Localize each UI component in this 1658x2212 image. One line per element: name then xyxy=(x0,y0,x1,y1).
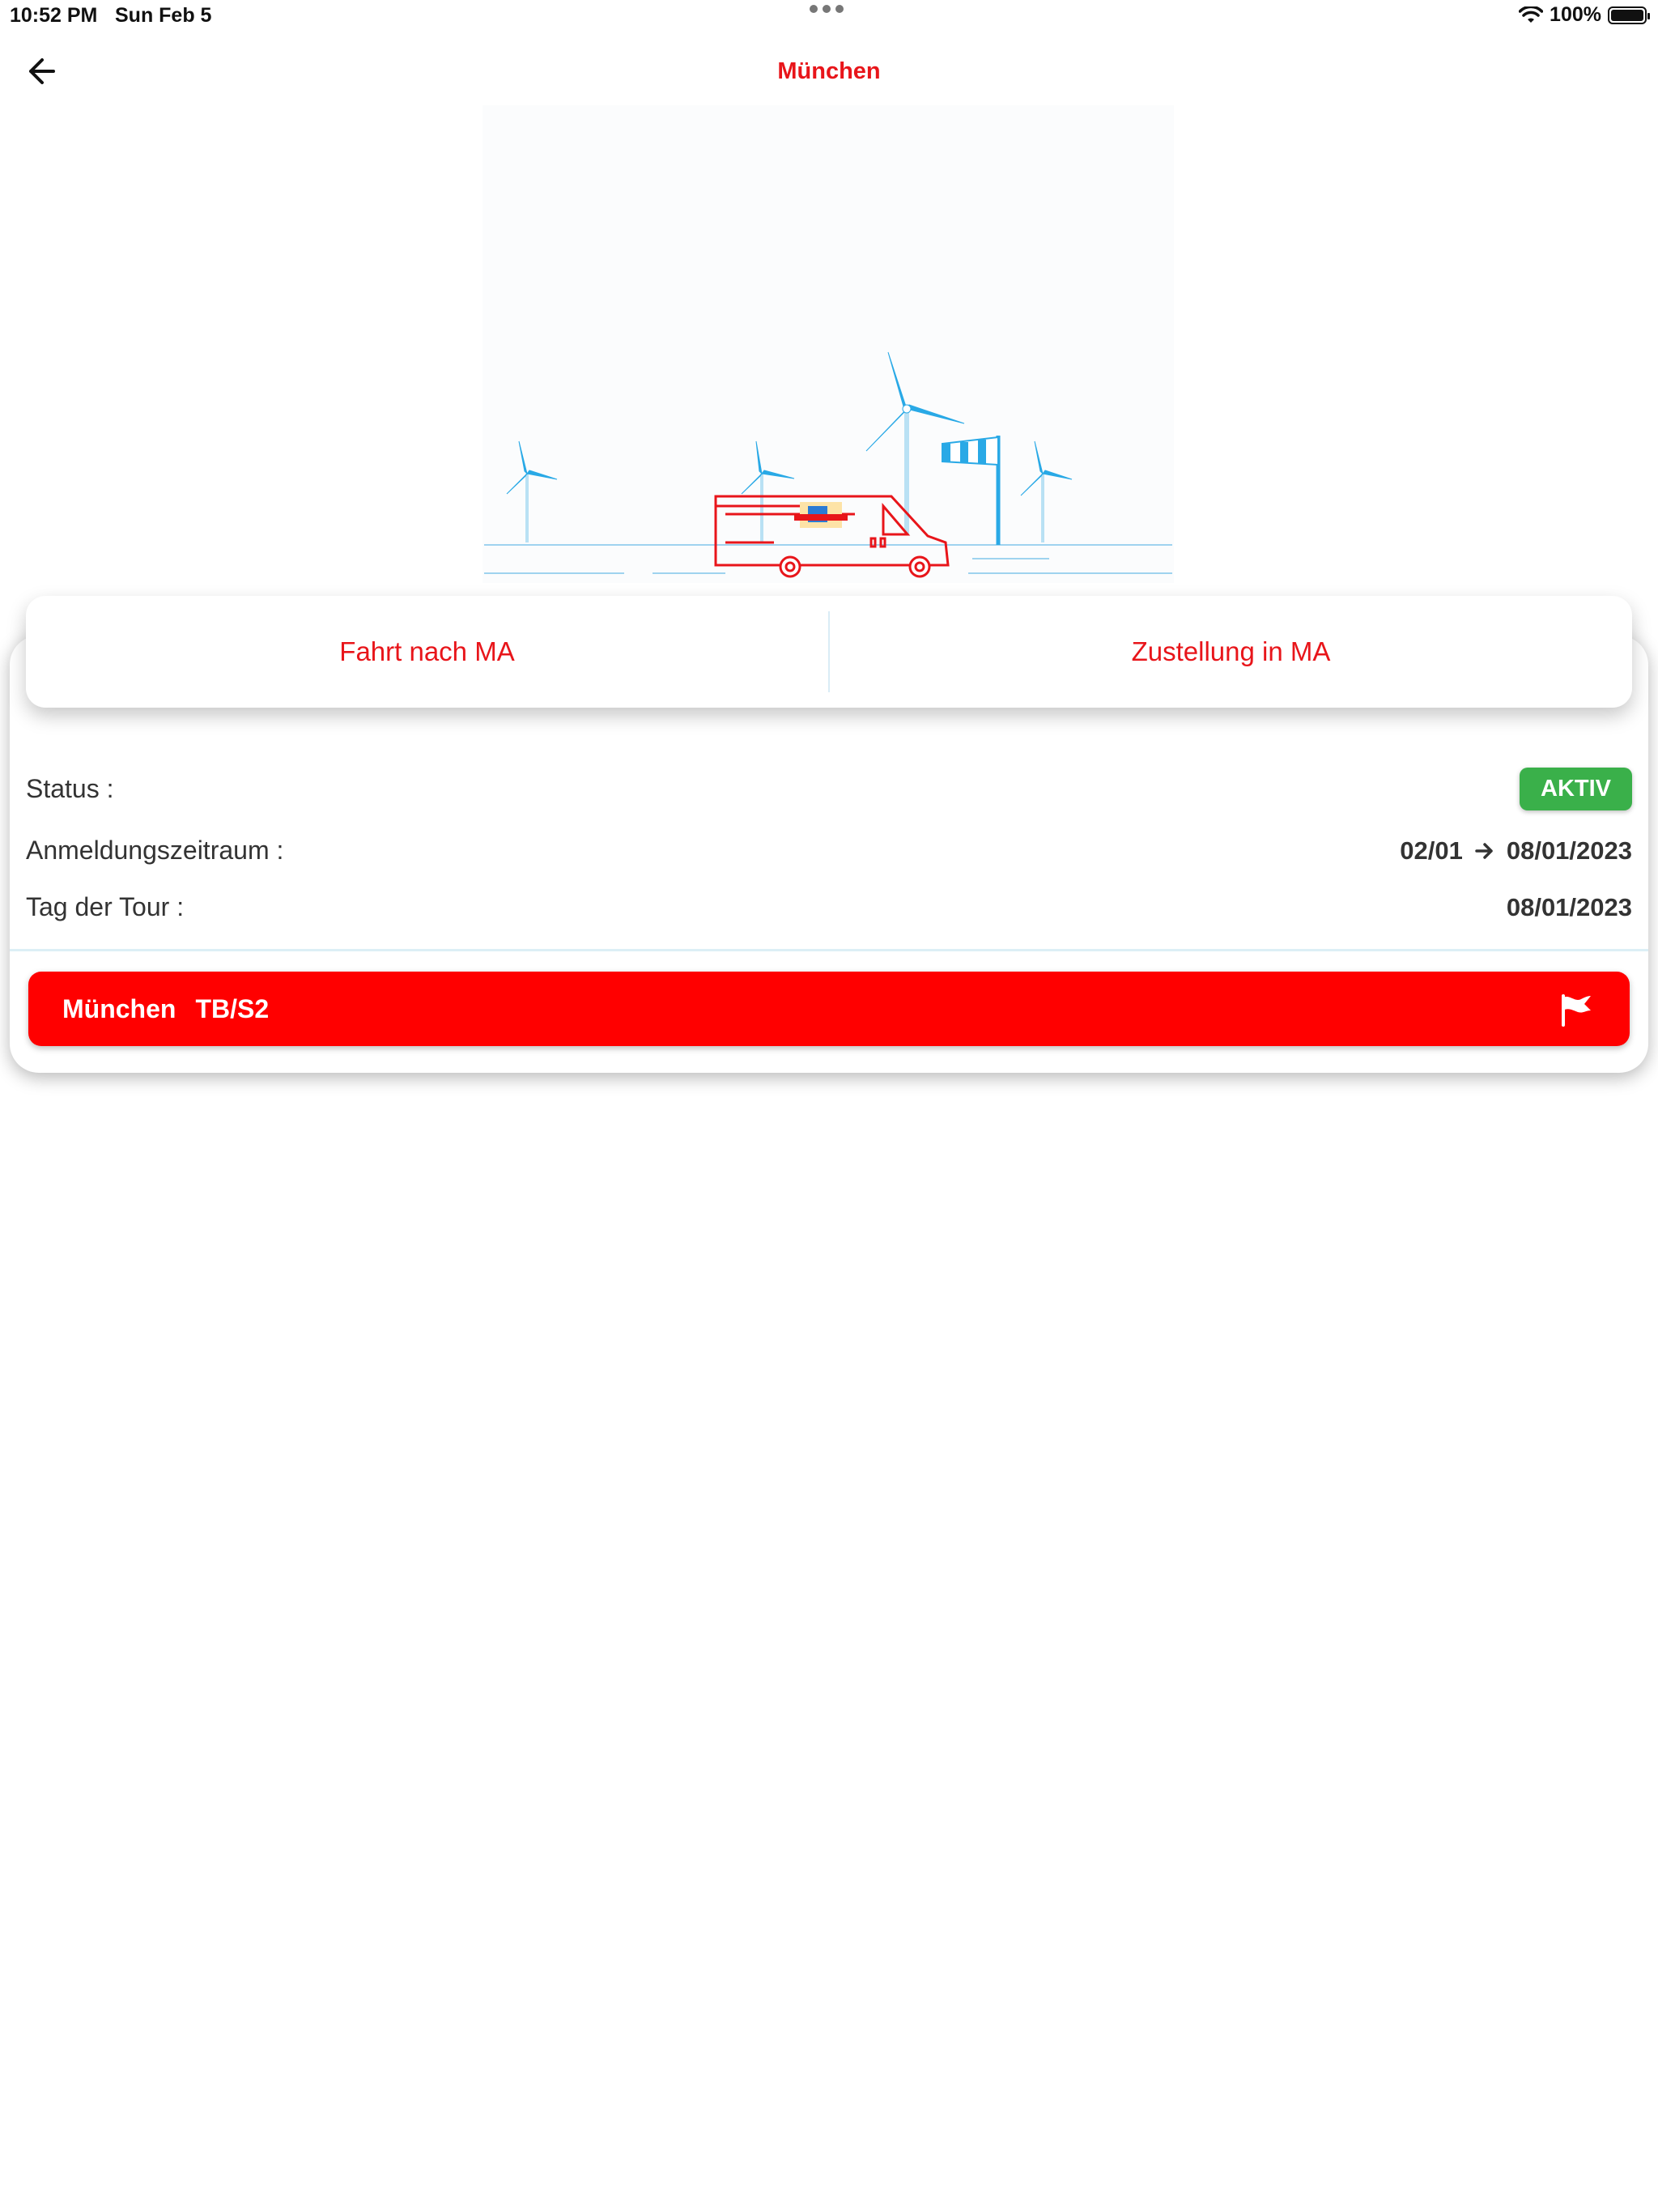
route-code: TB/S2 xyxy=(195,993,270,1023)
status-time: 10:52 PM xyxy=(10,4,98,27)
status-bar: 10:52 PM Sun Feb 5 100% xyxy=(0,0,1658,32)
flag-icon[interactable] xyxy=(1557,991,1596,1027)
tour-day-row: Tag der Tour : 08/01/2023 xyxy=(26,892,1632,922)
status-label: Status : xyxy=(26,774,114,803)
tour-day-label: Tag der Tour : xyxy=(26,892,185,921)
period-label: Anmeldungszeitraum : xyxy=(26,836,284,865)
multitasking-dots-icon[interactable] xyxy=(810,5,844,13)
wifi-icon xyxy=(1519,6,1544,23)
tab-bar: Fahrt nach MA Zustellung in MA xyxy=(26,596,1632,708)
status-row: Status : AKTIV xyxy=(26,768,1632,810)
arrow-right-icon xyxy=(1475,842,1493,859)
page-title: München xyxy=(777,58,881,84)
wind-turbine-left xyxy=(506,440,558,542)
status-right: 100% xyxy=(1519,3,1650,27)
route-item[interactable]: München TB/S2 xyxy=(28,972,1630,1046)
van-logo xyxy=(794,502,848,528)
battery-icon xyxy=(1608,6,1650,24)
divider xyxy=(10,949,1648,951)
period-end: 08/01/2023 xyxy=(1506,836,1632,865)
tab-zustellung-in-ma[interactable]: Zustellung in MA xyxy=(830,636,1632,667)
tab-fahrt-nach-ma[interactable]: Fahrt nach MA xyxy=(26,636,828,667)
wind-turbine-right xyxy=(1020,440,1073,542)
status-badge: AKTIV xyxy=(1520,768,1632,810)
period-value: 02/01 08/01/2023 xyxy=(1400,836,1632,866)
status-date: Sun Feb 5 xyxy=(115,4,212,27)
tour-day-value: 08/01/2023 xyxy=(1506,892,1632,921)
delivery-van-illustration xyxy=(483,105,1174,583)
battery-percent: 100% xyxy=(1550,3,1601,26)
period-start: 02/01 xyxy=(1400,836,1463,865)
period-row: Anmeldungszeitraum : 02/01 08/01/2023 xyxy=(26,836,1632,866)
wind-turbine-mid-left xyxy=(741,440,795,542)
route-name: München TB/S2 xyxy=(62,994,269,1024)
navigation-bar: München xyxy=(0,40,1658,102)
windsock xyxy=(942,436,1001,545)
route-city: München xyxy=(62,993,176,1023)
